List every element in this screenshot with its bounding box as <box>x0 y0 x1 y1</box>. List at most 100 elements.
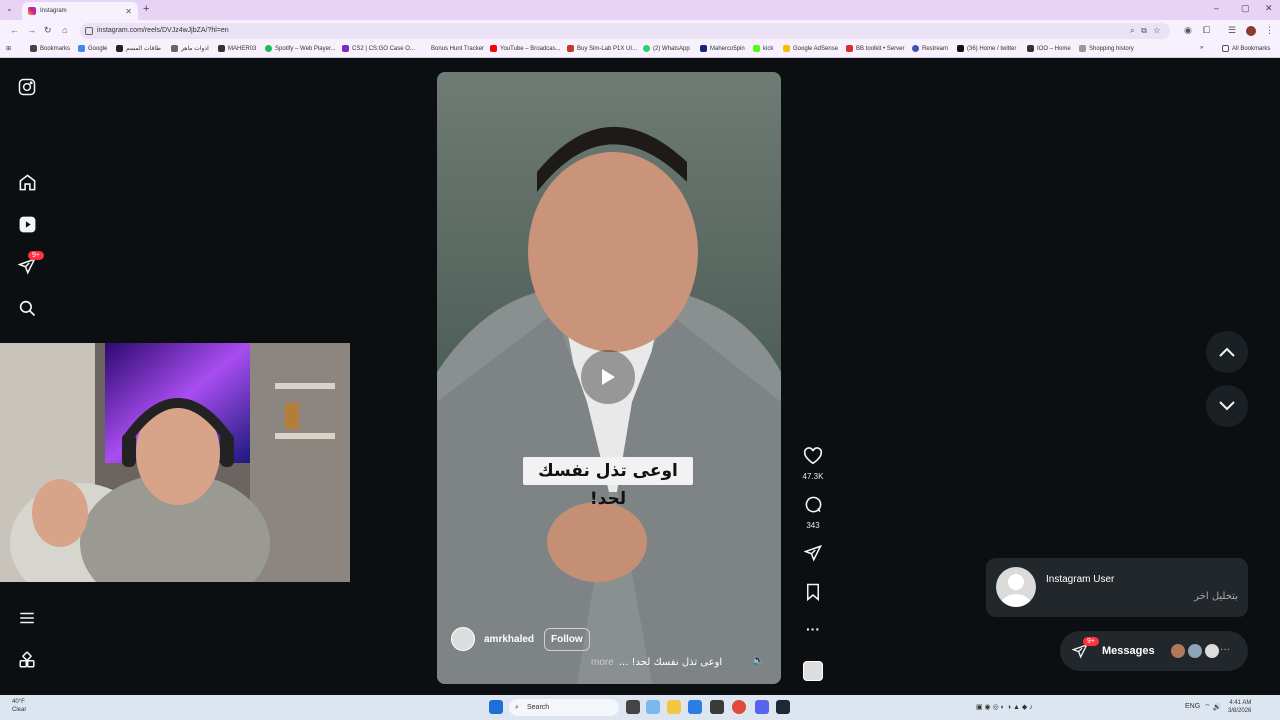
input-language[interactable]: ENG <box>1185 703 1200 710</box>
play-button[interactable] <box>581 350 635 404</box>
task-view-icon[interactable] <box>626 700 640 714</box>
store-icon[interactable] <box>710 700 724 714</box>
back-icon[interactable]: ← <box>10 25 19 35</box>
bookmark-item[interactable]: CS2 | CS:GO Case O... <box>342 45 415 52</box>
search-icon: ⌕ <box>515 704 519 711</box>
bookmark-item[interactable]: Bonus Hunt Tracker <box>421 45 484 52</box>
discord-icon[interactable] <box>755 700 769 714</box>
bookmark-item[interactable]: YouTube – Broadcas... <box>490 45 561 52</box>
extension-icon[interactable]: ◉ <box>1184 25 1192 36</box>
home-icon[interactable] <box>16 171 38 193</box>
clock-time: 4:41 AM <box>1229 700 1252 706</box>
more-bookmarks-icon[interactable]: » <box>1200 45 1203 51</box>
reel-description[interactable]: more اوعى تذل نفسك لحد! ... <box>591 657 722 668</box>
minimize-icon[interactable]: – <box>1214 3 1219 13</box>
bookmark-item[interactable]: (2) WhatsApp <box>643 45 690 52</box>
apps-grid-icon[interactable]: ⊞ <box>6 45 11 52</box>
also-from-meta-icon[interactable] <box>16 649 38 671</box>
close-tab-icon[interactable]: ✕ <box>125 7 132 16</box>
bookmark-item[interactable]: MAHER03 <box>218 45 256 52</box>
bookmark-item[interactable]: Maherco5pin <box>700 45 745 52</box>
tray-icons[interactable]: ▣ ◉ ◎ ◐ ◑ ▲ ◆ ♪ <box>976 703 1033 711</box>
bookmark-item[interactable]: Shopping history <box>1079 45 1134 52</box>
weather-condition: Clear <box>12 707 27 713</box>
bookmark-item[interactable]: Bookmarks <box>30 45 70 52</box>
tab-search-icon[interactable]: ⌄ <box>6 4 13 13</box>
previous-reel-button[interactable] <box>1206 331 1248 373</box>
omnibox-actions: ⌕ ⧉ ☆ <box>1129 26 1160 35</box>
bookmark-item[interactable]: Buy Sim-Lab P1X UI... <box>567 45 637 52</box>
user-avatar-placeholder <box>996 567 1036 607</box>
bookmark-item[interactable]: Spotify – Web Player... <box>265 45 336 52</box>
menu-kebab-icon[interactable]: ⋮ <box>1265 25 1274 36</box>
address-bar[interactable]: instagram.com/reels/DVJz4wJjbZA/?hl=en ⌕… <box>80 23 1170 39</box>
all-bookmarks[interactable]: All Bookmarks <box>1222 45 1270 52</box>
clock[interactable]: 4:41 AM 3/8/2026 <box>1228 699 1251 715</box>
reel-video[interactable]: اوعى تذل نفسك لحد! amrkhaled Follow more… <box>437 72 781 684</box>
more-conversations-icon: ··· <box>1220 644 1230 655</box>
message-notification[interactable]: Instagram User بتحليل اخر <box>986 558 1248 617</box>
close-window-icon[interactable]: ✕ <box>1265 3 1273 14</box>
reading-list-icon[interactable]: ☰ <box>1228 25 1236 36</box>
bookmark-item[interactable]: kick <box>753 45 773 52</box>
network-volume-icons[interactable]: ⌔ 🔊 <box>1204 703 1221 712</box>
reload-icon[interactable]: ↻ <box>44 25 52 36</box>
home-icon[interactable]: ⌂ <box>62 25 67 35</box>
follow-button[interactable]: Follow <box>544 627 590 651</box>
bookmark-label: BB toolkit • Server <box>856 45 905 52</box>
more-menu-icon[interactable] <box>16 607 38 629</box>
chevron-down-icon <box>1219 401 1235 411</box>
bookmark-icon <box>807 583 819 602</box>
new-tab-button[interactable]: + <box>143 3 149 15</box>
comment-button[interactable]: 343 <box>796 495 830 530</box>
bookmark-label: IOO – Home <box>1037 45 1071 52</box>
more-link[interactable]: more <box>591 657 614 668</box>
bookmark-label: Google <box>88 45 108 52</box>
more-options-icon[interactable]: ··· <box>796 621 830 637</box>
bookmark-item[interactable]: IOO – Home <box>1027 45 1071 52</box>
bookmark-item[interactable]: (36) Home / twitter <box>957 45 1016 52</box>
bookmark-item[interactable]: Restream <box>912 45 948 52</box>
extensions-puzzle-icon[interactable]: ⧠ <box>1203 25 1210 36</box>
audio-thumbnail[interactable] <box>803 661 823 681</box>
instagram-logo-icon[interactable] <box>16 76 38 98</box>
reels-icon[interactable] <box>16 213 38 235</box>
notification-badge: 9+ <box>28 251 44 260</box>
bookmark-item[interactable]: Google <box>78 45 107 52</box>
bookmark-label: Maherco5pin <box>710 45 745 52</box>
bookmark-item[interactable]: طاقات المسم <box>116 45 161 52</box>
taskbar-search[interactable]: ⌕ Search <box>509 699 619 716</box>
instagram-reels-page: 9+ اوعى تذل نفسك لحد! amrkhaled Follow m… <box>0 59 1280 695</box>
search-icon[interactable] <box>16 297 38 319</box>
conversation-avatar <box>1187 643 1203 659</box>
instagram-favicon-icon <box>28 7 36 15</box>
author-avatar[interactable] <box>451 627 475 651</box>
edge-icon[interactable] <box>688 700 702 714</box>
bookmark-item[interactable]: BB toolkit • Server <box>846 45 904 52</box>
file-explorer-icon[interactable] <box>667 700 681 714</box>
steam-icon[interactable] <box>776 700 790 714</box>
bookmark-label: ادوات ماهر <box>181 46 209 52</box>
bookmark-item[interactable]: Google AdSense <box>783 45 838 52</box>
copilot-icon[interactable] <box>646 700 660 714</box>
messages-send-icon[interactable]: 9+ <box>16 251 44 277</box>
messages-button[interactable]: 9+ Messages ··· <box>1060 631 1248 671</box>
start-windows-icon[interactable] <box>489 700 503 714</box>
maximize-icon[interactable]: ▢ <box>1241 3 1250 14</box>
site-info-icon[interactable] <box>85 27 93 35</box>
browser-tab-instagram[interactable]: Instagram ✕ <box>22 2 138 20</box>
bookmark-label: (2) WhatsApp <box>653 45 690 52</box>
url-text: instagram.com/reels/DVJz4wJjbZA/?hl=en <box>97 27 229 34</box>
author-username[interactable]: amrkhaled <box>484 634 534 645</box>
bookmark-label: CS2 | CS:GO Case O... <box>352 45 415 52</box>
next-reel-button[interactable] <box>1206 385 1248 427</box>
profile-avatar[interactable] <box>1246 26 1256 36</box>
forward-icon[interactable]: → <box>27 25 36 35</box>
weather-widget[interactable]: 40°F Clear <box>12 698 26 714</box>
volume-icon[interactable]: 🔈 <box>752 655 764 666</box>
like-button[interactable]: 47.3K <box>796 447 830 481</box>
share-button[interactable] <box>796 544 830 567</box>
chrome-icon[interactable] <box>732 700 746 714</box>
save-button[interactable] <box>796 583 830 606</box>
bookmark-item[interactable]: ادوات ماهر <box>171 45 209 52</box>
